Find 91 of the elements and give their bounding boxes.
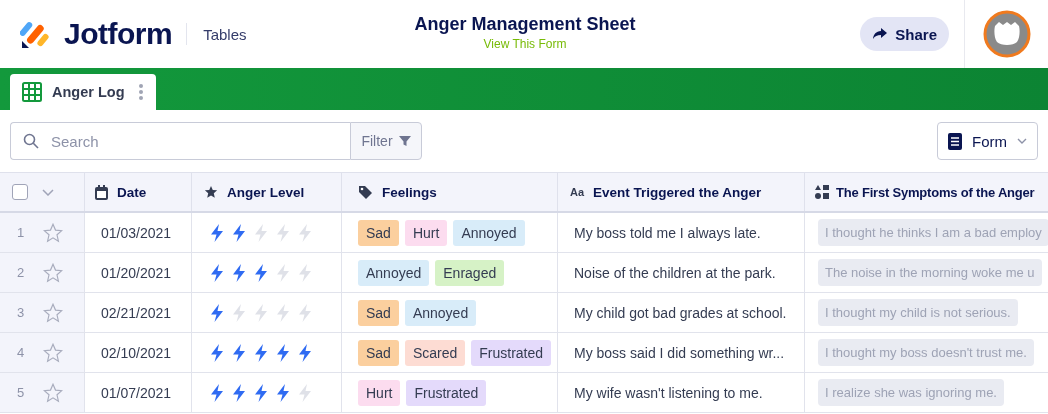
bolt-icon [254, 383, 268, 402]
feeling-tag: Annoyed [453, 219, 525, 246]
row-number: 1 [17, 225, 25, 240]
favorite-star-icon[interactable] [43, 342, 63, 363]
feeling-tag: Hurt [404, 219, 448, 246]
date-cell: 01/07/2021 [101, 384, 172, 401]
feeling-tag: Enraged [435, 259, 505, 286]
column-header[interactable]: The First Symptoms of the Anger [805, 173, 1048, 211]
favorite-star-icon[interactable] [43, 302, 63, 323]
brand-name[interactable]: Jotform [64, 17, 173, 51]
bolt-icon [210, 383, 224, 402]
column-header[interactable]: Date [85, 173, 192, 211]
table-tab[interactable]: Anger Log [10, 74, 156, 110]
bolt-icon [232, 303, 246, 322]
date-cell: 02/21/2021 [101, 304, 172, 321]
row-number: 5 [17, 385, 25, 400]
search-icon [23, 133, 39, 149]
text-type-icon: Aa [570, 186, 585, 198]
select-all-checkbox[interactable] [12, 184, 28, 200]
share-button[interactable]: Share [860, 17, 949, 51]
feeling-tag: Sad [358, 219, 399, 246]
chevron-down-icon [1017, 138, 1027, 144]
form-icon [948, 132, 962, 150]
favorite-star-icon[interactable] [43, 262, 63, 283]
feeling-tag: Frustrated [406, 379, 487, 406]
row-number: 3 [17, 305, 25, 320]
date-cell: 02/10/2021 [101, 344, 172, 361]
symptom-text: I thought my child is not serious. [818, 299, 1018, 326]
bolt-icon [210, 303, 224, 322]
event-cell: My child got bad grades at school. [574, 304, 787, 321]
bolt-icon [210, 263, 224, 282]
event-cell: My boss told me I always late. [574, 224, 761, 241]
bolt-icon [276, 383, 290, 402]
bolt-icon [210, 223, 224, 242]
bolt-icon [232, 263, 246, 282]
chevron-down-icon[interactable] [42, 188, 54, 196]
favorite-star-icon[interactable] [43, 222, 63, 243]
bolt-icon [254, 303, 268, 322]
bolt-icon [254, 223, 268, 242]
sheet-title: Anger Management Sheet [414, 14, 636, 35]
feeling-tag: Hurt [358, 379, 401, 406]
bolt-icon [276, 223, 290, 242]
view-dropdown[interactable]: Form [937, 122, 1038, 160]
row-number: 4 [17, 345, 25, 360]
section-label: Tables [203, 25, 247, 43]
symptom-text: I thought he thinks I am a bad employ [818, 219, 1048, 246]
event-cell: My boss said I did something wr... [574, 344, 785, 361]
bolt-icon [298, 383, 312, 402]
feeling-tag: Sad [358, 339, 399, 366]
avatar[interactable] [982, 10, 1031, 58]
grid-icon [22, 82, 42, 102]
date-cell: 01/20/2021 [101, 264, 172, 281]
event-cell: Noise of the children at the park. [574, 264, 776, 281]
filter-button[interactable]: Filter [350, 122, 422, 160]
bolt-icon [232, 343, 246, 362]
symptom-text: I realize she was ignoring me. [818, 379, 1004, 406]
bolt-icon [276, 343, 290, 362]
symptom-text: I thought my boss doesn't trust me. [818, 339, 1034, 366]
more-icon[interactable] [138, 83, 143, 101]
column-header[interactable]: Anger Level [192, 173, 342, 211]
feeling-tag: Sad [358, 299, 399, 326]
logo-icon [20, 19, 50, 49]
shapes-icon [815, 185, 829, 199]
date-cell: 01/03/2021 [101, 224, 172, 241]
share-icon [872, 27, 889, 41]
symptom-text: The noise in the morning woke me u [818, 259, 1042, 286]
calendar-icon [95, 184, 108, 200]
bolt-icon [210, 343, 224, 362]
tag-icon [358, 184, 373, 200]
bolt-icon [298, 343, 312, 362]
bolt-icon [298, 223, 312, 242]
feeling-tag: Annoyed [404, 299, 477, 326]
feeling-tag: Scared [404, 339, 466, 366]
column-header[interactable]: Feelings [342, 173, 558, 211]
bolt-icon [276, 263, 290, 282]
star-icon [204, 185, 218, 199]
row-number: 2 [17, 265, 25, 280]
search-field[interactable]: Search [10, 122, 350, 160]
favorite-star-icon[interactable] [43, 382, 63, 403]
event-cell: My wife wasn't listening to me. [574, 384, 763, 401]
column-header[interactable]: Aa Event Triggered the Anger [558, 173, 805, 211]
bolt-icon [232, 223, 246, 242]
bolt-icon [232, 383, 246, 402]
bolt-icon [298, 303, 312, 322]
bolt-icon [254, 263, 268, 282]
bolt-icon [276, 303, 290, 322]
filter-icon [398, 135, 411, 147]
bolt-icon [298, 263, 312, 282]
feeling-tag: Annoyed [358, 259, 430, 286]
feeling-tag: Frustrated [471, 339, 552, 366]
bolt-icon [254, 343, 268, 362]
